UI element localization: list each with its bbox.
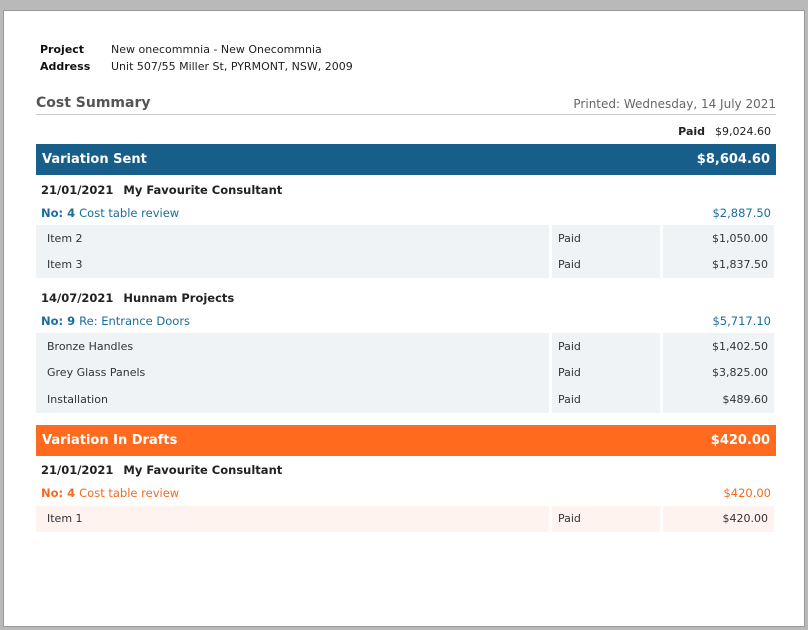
variation-description[interactable]: Re: Entrance Doors bbox=[79, 314, 190, 328]
variation-group: 21/01/2021 My Favourite Consultant No: 4… bbox=[36, 457, 776, 532]
variation-line[interactable]: No: 9 Re: Entrance Doors $5,717.10 bbox=[36, 311, 776, 330]
item-amount: $1,837.50 bbox=[663, 251, 774, 278]
group-party: Hunnam Projects bbox=[123, 290, 235, 305]
variation-drafts-total: $420.00 bbox=[710, 432, 770, 448]
variation-number[interactable]: No: 4 bbox=[41, 486, 75, 500]
item-list: Item 2 Paid $1,050.00 Item 3 Paid $1,837… bbox=[36, 225, 776, 278]
item-row: Grey Glass Panels Paid $3,825.00 bbox=[36, 359, 776, 386]
paid-total-label: Paid bbox=[678, 124, 706, 138]
variation-sent-band: Variation Sent $8,604.60 bbox=[36, 144, 776, 175]
item-name: Grey Glass Panels bbox=[36, 359, 549, 386]
variation-line[interactable]: No: 4 Cost table review $2,887.50 bbox=[36, 203, 776, 222]
item-name: Item 1 bbox=[36, 505, 549, 532]
variation-link[interactable]: No: 4 Cost table review bbox=[41, 486, 179, 500]
variation-amount: $5,717.10 bbox=[712, 313, 771, 328]
item-list: Bronze Handles Paid $1,402.50 Grey Glass… bbox=[36, 333, 776, 413]
project-value: New onecommnia - New Onecommnia bbox=[111, 43, 322, 56]
variation-line[interactable]: No: 4 Cost table review $420.00 bbox=[36, 484, 776, 503]
variation-link[interactable]: No: 4 Cost table review bbox=[41, 206, 179, 220]
variation-group: 14/07/2021 Hunnam Projects No: 9 Re: Entr… bbox=[36, 284, 776, 413]
variation-group: 21/01/2021 My Favourite Consultant No: 4… bbox=[36, 176, 776, 278]
project-label: Project bbox=[40, 43, 85, 56]
variation-amount: $2,887.50 bbox=[712, 205, 771, 220]
project-meta: Project New onecommnia - New Onecommnia … bbox=[36, 41, 776, 75]
variation-description[interactable]: Cost table review bbox=[79, 206, 179, 220]
summary-header: Cost Summary Printed: Wednesday, 14 July… bbox=[36, 95, 776, 115]
item-name: Bronze Handles bbox=[36, 333, 549, 360]
variation-number[interactable]: No: 4 bbox=[41, 206, 75, 220]
report-page: Project New onecommnia - New Onecommnia … bbox=[3, 10, 805, 627]
item-amount: $1,402.50 bbox=[663, 333, 774, 360]
item-status: Paid bbox=[552, 386, 660, 413]
item-name: Installation bbox=[36, 386, 549, 413]
item-amount: $3,825.00 bbox=[663, 359, 774, 386]
group-date: 21/01/2021 bbox=[41, 463, 114, 477]
item-status: Paid bbox=[552, 359, 660, 386]
item-row: Bronze Handles Paid $1,402.50 bbox=[36, 333, 776, 360]
group-date: 21/01/2021 bbox=[41, 182, 114, 197]
item-amount: $420.00 bbox=[663, 505, 774, 532]
item-status: Paid bbox=[552, 505, 660, 532]
item-row: Item 3 Paid $1,837.50 bbox=[36, 251, 776, 278]
project-row: Project New onecommnia - New Onecommnia bbox=[36, 41, 776, 58]
item-row: Item 1 Paid $420.00 bbox=[36, 505, 776, 532]
report-content: Project New onecommnia - New Onecommnia … bbox=[36, 41, 776, 538]
printed-date: Printed: Wednesday, 14 July 2021 bbox=[573, 97, 776, 111]
item-name: Item 2 bbox=[36, 225, 549, 252]
item-status: Paid bbox=[552, 225, 660, 252]
item-name: Item 3 bbox=[36, 251, 549, 278]
item-status: Paid bbox=[552, 251, 660, 278]
summary-title: Cost Summary bbox=[36, 95, 151, 111]
paid-total-value: $9,024.60 bbox=[715, 124, 771, 138]
item-amount: $1,050.00 bbox=[663, 225, 774, 252]
variation-drafts-band: Variation In Drafts $420.00 bbox=[36, 424, 776, 456]
item-row: Installation Paid $489.60 bbox=[36, 386, 776, 413]
item-amount: $489.60 bbox=[663, 386, 774, 413]
address-label: Address bbox=[40, 60, 91, 73]
variation-amount: $420.00 bbox=[723, 486, 771, 500]
variation-drafts-title: Variation In Drafts bbox=[42, 432, 178, 448]
item-list: Item 1 Paid $420.00 bbox=[36, 505, 776, 532]
item-row: Item 2 Paid $1,050.00 bbox=[36, 225, 776, 252]
variation-link[interactable]: No: 9 Re: Entrance Doors bbox=[41, 314, 190, 328]
variation-sent-total: $8,604.60 bbox=[696, 152, 770, 167]
address-row: Address Unit 507/55 Miller St, PYRMONT, … bbox=[36, 58, 776, 75]
variation-sent-title: Variation Sent bbox=[42, 152, 147, 167]
group-header: 14/07/2021 Hunnam Projects bbox=[36, 284, 776, 311]
item-status: Paid bbox=[552, 333, 660, 360]
group-party: My Favourite Consultant bbox=[123, 463, 283, 477]
group-party: My Favourite Consultant bbox=[123, 182, 283, 197]
variation-description[interactable]: Cost table review bbox=[79, 486, 179, 500]
group-header: 21/01/2021 My Favourite Consultant bbox=[36, 457, 776, 484]
group-header: 21/01/2021 My Favourite Consultant bbox=[36, 176, 776, 203]
address-value: Unit 507/55 Miller St, PYRMONT, NSW, 200… bbox=[111, 60, 353, 73]
variation-number[interactable]: No: 9 bbox=[41, 314, 75, 328]
paid-total: Paid $9,024.60 bbox=[36, 121, 776, 141]
group-date: 14/07/2021 bbox=[41, 290, 114, 305]
